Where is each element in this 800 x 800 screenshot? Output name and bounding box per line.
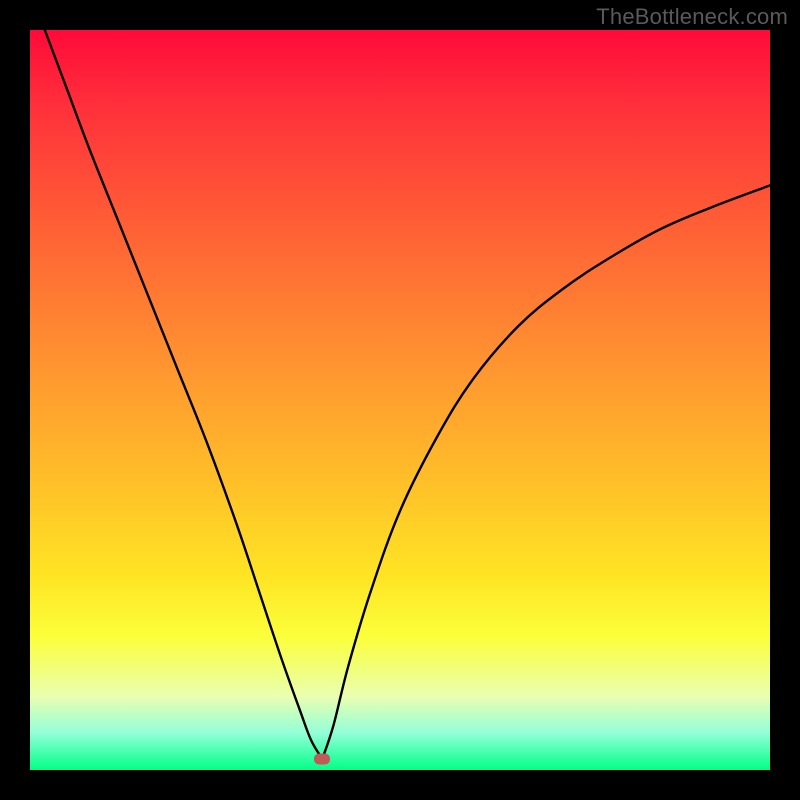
- bottleneck-curve: [30, 30, 770, 770]
- chart-frame: TheBottleneck.com: [0, 0, 800, 800]
- bottleneck-marker: [314, 753, 330, 764]
- watermark-text: TheBottleneck.com: [596, 4, 788, 30]
- curve-left-branch: [45, 30, 323, 759]
- curve-right-branch: [322, 185, 770, 759]
- plot-area: [30, 30, 770, 770]
